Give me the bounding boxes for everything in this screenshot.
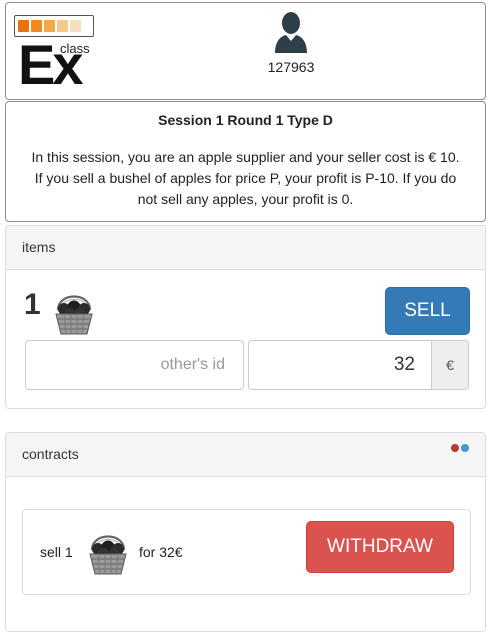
instruction-line: If you sell a bushel of apples for price… (34, 170, 457, 186)
sell-button[interactable]: SELL (385, 287, 470, 335)
logo-bar-segment (18, 20, 29, 32)
contract-suffix: for 32€ (139, 544, 183, 560)
other-id-input[interactable]: other's id (25, 340, 244, 390)
contract-entry: sell 1 for 32€ WITHDRAW (22, 509, 471, 595)
session-info-card: Session 1 Round 1 Type D In this session… (5, 101, 486, 222)
logo-bar-segment (57, 20, 68, 32)
price-input[interactable]: 32 (248, 340, 432, 390)
header-card: Ex class 127963 (5, 2, 486, 100)
instruction-line: not sell any apples, your profit is 0. (137, 191, 354, 207)
logo-bar-segment (44, 20, 55, 32)
classex-logo: Ex class (14, 15, 96, 93)
currency-addon: € (431, 340, 469, 390)
contracts-panel: contracts sell 1 for 32€ WITHDRAW (5, 432, 486, 632)
items-panel-heading: items (6, 226, 485, 270)
session-title: Session 1 Round 1 Type D (158, 112, 333, 128)
apple-basket-icon (55, 295, 93, 335)
apple-basket-icon (89, 535, 127, 575)
logo-text-small: class (60, 41, 90, 56)
item-quantity: 1 (24, 288, 41, 321)
user-badge: 127963 (256, 11, 326, 75)
items-panel: items 1 SELL other's id 32 € (5, 225, 486, 409)
contracts-heading-label: contracts (22, 446, 79, 462)
contracts-panel-heading: contracts (6, 433, 485, 477)
session-instructions: In this session, you are an apple suppli… (6, 147, 485, 210)
user-icon (275, 12, 307, 53)
status-dot-red (451, 444, 459, 452)
status-dot-blue (461, 444, 469, 452)
logo-bar-segment (70, 20, 81, 32)
user-id: 127963 (267, 59, 315, 75)
withdraw-button[interactable]: WITHDRAW (306, 521, 454, 573)
status-indicator (451, 444, 469, 452)
instruction-line: In this session, you are an apple suppli… (31, 149, 460, 165)
contract-prefix: sell 1 (40, 544, 73, 560)
logo-bar-segment (31, 20, 42, 32)
